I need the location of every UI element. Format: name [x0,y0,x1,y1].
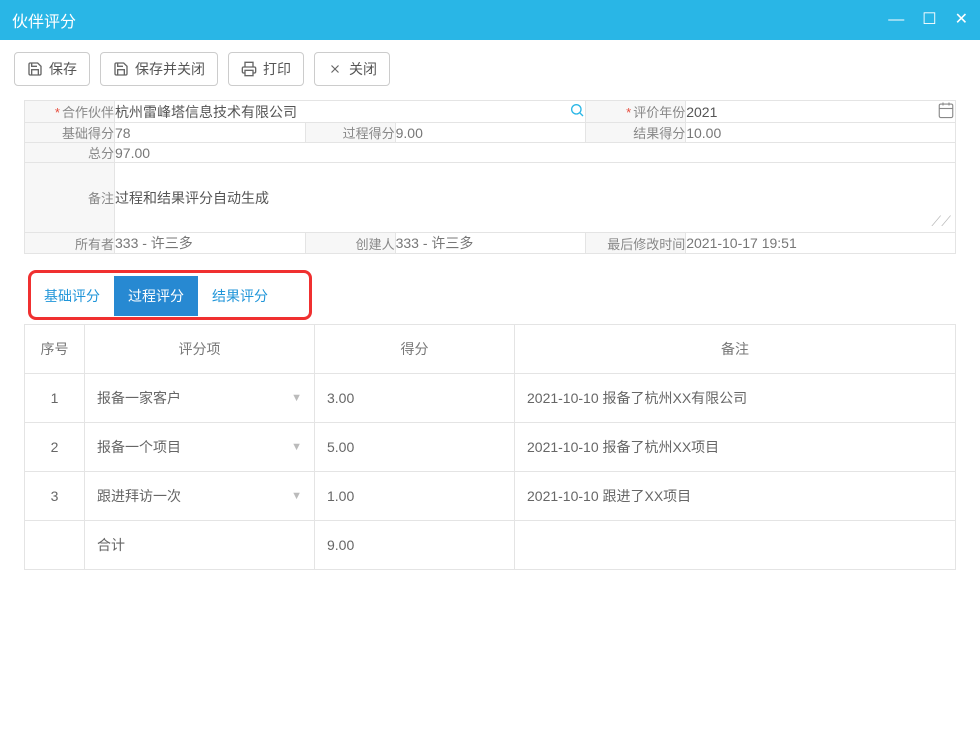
year-field[interactable]: 2021 [686,101,956,123]
window-title: 伙伴评分 [12,8,76,32]
creator-value: 333 - 许三多 [395,233,586,254]
table-total-row: 合计 9.00 [25,521,956,570]
close-button[interactable]: 关闭 [314,52,390,86]
col-no: 序号 [25,325,85,374]
row-item: 报备一家客户 [97,388,181,408]
title-bar: 伙伴评分 — ☐ ✕ [0,0,980,40]
modified-value: 2021-10-17 19:51 [686,233,956,254]
row-item-cell[interactable]: 报备一家客户 ▼ [85,374,315,423]
print-label: 打印 [263,59,291,79]
chevron-down-icon[interactable]: ▼ [291,441,302,453]
total-no [25,521,85,570]
calendar-icon[interactable] [937,101,955,122]
tab-result-score[interactable]: 结果评分 [198,276,282,316]
total-score-label: 总分 [25,143,115,163]
score-table: 序号 评分项 得分 备注 1 报备一家客户 ▼ 3.00 2021-10-10 … [24,324,956,570]
toolbar: 保存 保存并关闭 打印 关闭 [0,40,980,94]
modified-label: 最后修改时间 [586,233,686,254]
total-score-value: 97.00 [115,143,956,163]
save-button[interactable]: 保存 [14,52,90,86]
total-remark [515,521,956,570]
tabs-wrap: 基础评分 过程评分 结果评分 [30,276,956,316]
tab-base-score[interactable]: 基础评分 [30,276,114,316]
total-score: 9.00 [315,521,515,570]
remark-value: 过程和结果评分自动生成 [115,190,269,206]
row-score[interactable]: 3.00 [315,374,515,423]
row-no: 3 [25,472,85,521]
close-label: 关闭 [349,59,377,79]
save-close-button[interactable]: 保存并关闭 [100,52,218,86]
print-button[interactable]: 打印 [228,52,304,86]
creator-label: 创建人 [305,233,395,254]
save-close-label: 保存并关闭 [135,59,205,79]
print-icon [241,61,257,77]
col-score: 得分 [315,325,515,374]
year-label: 评价年份 [586,101,686,123]
row-item-cell[interactable]: 跟进拜访一次 ▼ [85,472,315,521]
chevron-down-icon[interactable]: ▼ [291,392,302,404]
tab-process-score[interactable]: 过程评分 [114,276,198,316]
form-table: 合作伙伴 杭州雷峰塔信息技术有限公司 评价年份 2021 [24,100,956,254]
save-icon [27,61,43,77]
result-score-value: 10.00 [686,123,956,143]
row-score[interactable]: 1.00 [315,472,515,521]
year-value: 2021 [686,104,717,120]
total-label: 合计 [85,521,315,570]
row-no: 2 [25,423,85,472]
table-row[interactable]: 1 报备一家客户 ▼ 3.00 2021-10-10 报备了杭州XX有限公司 [25,374,956,423]
row-no: 1 [25,374,85,423]
partner-value: 杭州雷峰塔信息技术有限公司 [115,102,297,122]
search-icon[interactable] [569,102,585,121]
row-item: 跟进拜访一次 [97,486,181,506]
row-item: 报备一个项目 [97,437,181,457]
process-score-label: 过程得分 [305,123,395,143]
row-item-cell[interactable]: 报备一个项目 ▼ [85,423,315,472]
table-header-row: 序号 评分项 得分 备注 [25,325,956,374]
close-window-icon[interactable]: ✕ [955,12,968,28]
partner-field[interactable]: 杭州雷峰塔信息技术有限公司 [115,101,586,123]
window-controls: — ☐ ✕ [888,12,968,28]
owner-value: 333 - 许三多 [115,233,306,254]
remark-label: 备注 [25,163,115,233]
row-remark[interactable]: 2021-10-10 报备了杭州XX有限公司 [515,374,956,423]
maximize-icon[interactable]: ☐ [922,12,936,28]
process-score-value: 9.00 [395,123,586,143]
resize-handle-icon[interactable]: ⟋⟋ [931,213,951,230]
table-row[interactable]: 3 跟进拜访一次 ▼ 1.00 2021-10-10 跟进了XX项目 [25,472,956,521]
row-score[interactable]: 5.00 [315,423,515,472]
result-score-label: 结果得分 [586,123,686,143]
partner-label: 合作伙伴 [25,101,115,123]
chevron-down-icon[interactable]: ▼ [291,490,302,502]
table-row[interactable]: 2 报备一个项目 ▼ 5.00 2021-10-10 报备了杭州XX项目 [25,423,956,472]
remark-field[interactable]: 过程和结果评分自动生成 ⟋⟋ [115,163,956,233]
form-area: 合作伙伴 杭州雷峰塔信息技术有限公司 评价年份 2021 [0,94,980,570]
close-icon [327,61,343,77]
save-close-icon [113,61,129,77]
row-remark[interactable]: 2021-10-10 报备了杭州XX项目 [515,423,956,472]
base-score-label: 基础得分 [25,123,115,143]
row-remark[interactable]: 2021-10-10 跟进了XX项目 [515,472,956,521]
col-remark: 备注 [515,325,956,374]
minimize-icon[interactable]: — [888,12,904,28]
save-label: 保存 [49,59,77,79]
owner-label: 所有者 [25,233,115,254]
base-score-value: 78 [115,123,306,143]
col-item: 评分项 [85,325,315,374]
tabs: 基础评分 过程评分 结果评分 [30,276,956,316]
